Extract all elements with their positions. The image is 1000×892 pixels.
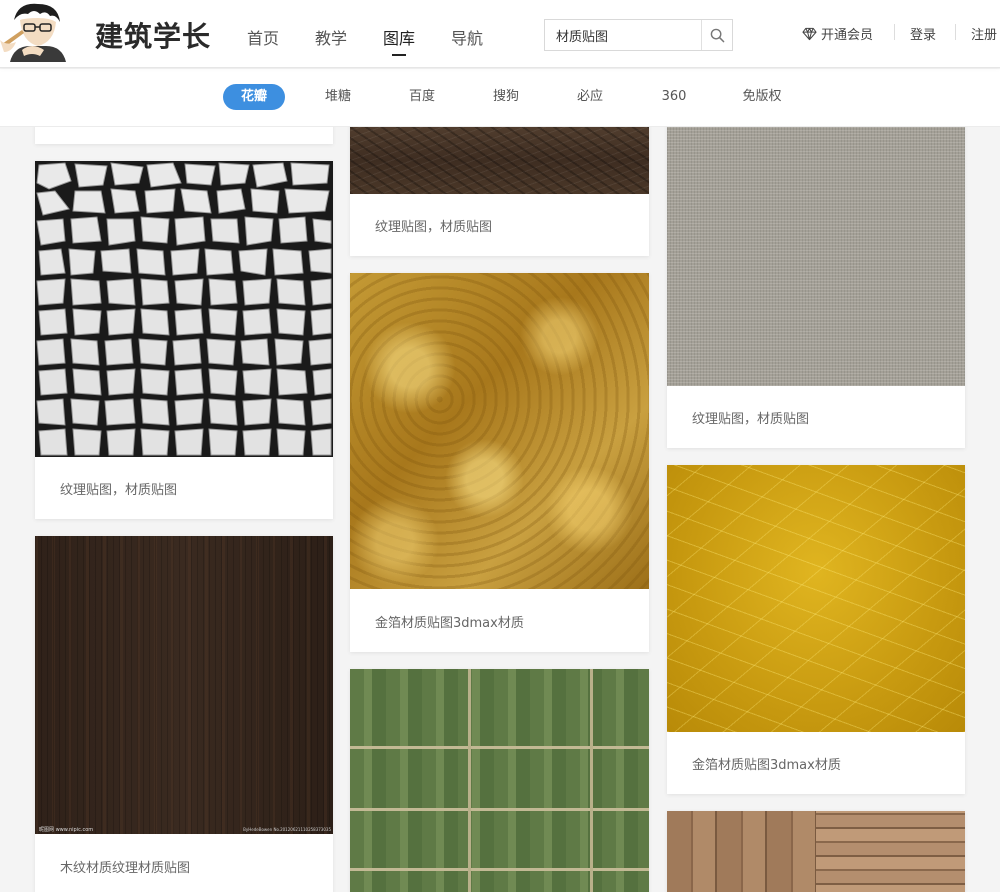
header-divider <box>955 24 956 40</box>
texture-image-gold-crackle <box>667 465 965 732</box>
search-button[interactable] <box>701 20 732 50</box>
texture-image-dark-wood: 昵图网 www.nipic.com ByHedeBowen No.2012062… <box>35 536 333 834</box>
filter-360[interactable]: 360 <box>651 84 697 110</box>
nav-home[interactable]: 首页 <box>247 25 279 49</box>
nav-gallery[interactable]: 图库 <box>383 25 415 56</box>
vip-link[interactable]: 开通会员 <box>802 24 873 43</box>
image-caption[interactable]: 木纹材质纹理材质贴图 <box>60 857 190 876</box>
filter-baidu[interactable]: 百度 <box>399 84 445 110</box>
nav-navigation[interactable]: 导航 <box>451 25 483 49</box>
watermark-left: 昵图网 www.nipic.com <box>39 827 94 833</box>
image-caption[interactable]: 纹理贴图，材质贴图 <box>375 216 492 235</box>
texture-image-farmland <box>350 669 649 892</box>
search-box <box>544 19 733 51</box>
site-logo-avatar[interactable] <box>0 0 72 62</box>
texture-image-wood-planks <box>667 811 816 892</box>
image-card[interactable]: 金箔材质贴图3dmax材质 <box>350 273 649 652</box>
image-card[interactable]: 纹理贴图，材质贴图 <box>667 110 965 448</box>
texture-image-gold-foil <box>350 273 649 589</box>
image-caption[interactable]: 纹理贴图，材质贴图 <box>692 408 809 427</box>
search-icon <box>710 28 724 42</box>
login-link[interactable]: 登录 <box>910 24 936 43</box>
filter-copyright-free[interactable]: 免版权 <box>737 84 787 110</box>
register-link[interactable]: 注册 <box>971 24 997 43</box>
header-divider <box>894 24 895 40</box>
watermark-right: ByHedeBowen No.20120621110258373035 <box>243 827 331 832</box>
texture-image-stone <box>35 161 333 457</box>
image-caption[interactable]: 金箔材质贴图3dmax材质 <box>375 612 524 631</box>
filter-huaban[interactable]: 花瓣 <box>223 84 285 110</box>
vip-label: 开通会员 <box>821 28 874 43</box>
image-card[interactable]: 金箔材质贴图3dmax材质 <box>667 465 965 794</box>
texture-image-wood-planks <box>816 811 965 892</box>
image-caption[interactable]: 金箔材质贴图3dmax材质 <box>692 754 841 773</box>
top-header: 建筑学长 首页 教学 图库 导航 开通会员 登录 注册 <box>0 0 1000 68</box>
image-caption[interactable]: 纹理贴图，材质贴图 <box>60 479 177 498</box>
texture-image-canvas <box>667 110 965 386</box>
image-card[interactable] <box>667 811 965 892</box>
diamond-icon <box>802 27 817 40</box>
filter-duitang[interactable]: 堆糖 <box>315 84 361 110</box>
image-card[interactable]: 昵图网 www.nipic.com ByHedeBowen No.2012062… <box>35 536 333 892</box>
search-input[interactable] <box>545 20 702 50</box>
filter-bing[interactable]: 必应 <box>567 84 613 110</box>
image-card[interactable]: 纹理贴图，材质贴图 <box>350 110 649 256</box>
nav-teaching[interactable]: 教学 <box>315 25 347 49</box>
image-card[interactable]: 纹理贴图，材质贴图 <box>35 161 333 519</box>
brand-name[interactable]: 建筑学长 <box>95 15 211 55</box>
source-filter-bar: 花瓣 堆糖 百度 搜狗 必应 360 免版权 <box>0 69 1000 127</box>
image-card[interactable] <box>350 669 649 892</box>
filter-sogou[interactable]: 搜狗 <box>483 84 529 110</box>
